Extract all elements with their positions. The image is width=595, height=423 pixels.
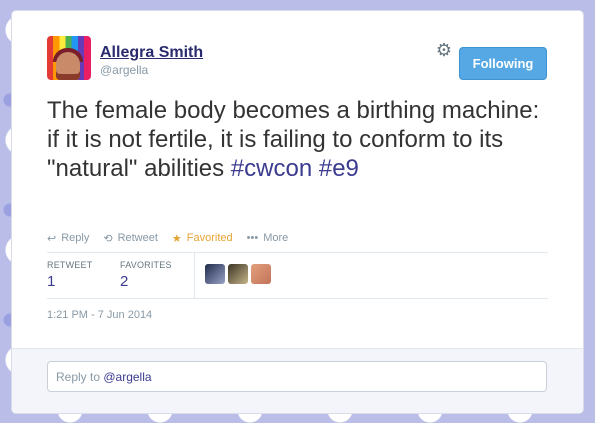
favorite-label: Favorited	[186, 232, 233, 244]
ellipsis-icon: •••	[246, 232, 259, 244]
avatar[interactable]	[47, 36, 91, 80]
star-icon: ★	[171, 232, 182, 245]
hashtag-cwcon[interactable]: #cwcon	[231, 155, 312, 182]
reply-prefix: Reply to	[56, 370, 104, 384]
reply-action[interactable]: ↩ Reply	[47, 232, 89, 245]
retweet-stat[interactable]: RETWEET 1	[47, 260, 92, 290]
reply-label: Reply	[61, 232, 90, 244]
reply-icon: ↩	[47, 232, 57, 245]
retweet-action[interactable]: ⟲ Retweet	[103, 232, 158, 245]
tweet-card: Allegra Smith @argella ⚙ Following The f…	[11, 10, 584, 414]
favoriter-avatars	[205, 264, 271, 284]
tweet-text: The female body becomes a birthing machi…	[47, 96, 557, 183]
more-label: More	[263, 232, 289, 244]
gear-icon[interactable]: ⚙	[435, 41, 453, 59]
avatar-face	[56, 52, 80, 80]
retweet-icon: ⟲	[103, 232, 113, 245]
stats-divider	[194, 253, 195, 298]
favorites-count: 2	[120, 273, 129, 290]
retweet-label: Retweet	[117, 232, 158, 244]
favoriter-avatar[interactable]	[228, 264, 248, 284]
reply-input[interactable]: Reply to @argella	[47, 361, 547, 392]
favorite-action[interactable]: ★ Favorited	[172, 232, 233, 245]
tweet-actions: ↩ Reply ⟲ Retweet ★ Favorited ••• More	[47, 230, 288, 246]
user-name[interactable]: Allegra Smith	[100, 44, 203, 62]
favorites-stat[interactable]: FAVORITES 2	[120, 260, 172, 290]
more-action[interactable]: ••• More	[247, 232, 289, 244]
retweet-stat-label: RETWEET	[47, 260, 93, 270]
favorites-stat-label: FAVORITES	[120, 260, 172, 270]
retweet-count: 1	[47, 273, 56, 290]
hashtag-e9[interactable]: #e9	[319, 155, 359, 182]
tweet-stats: RETWEET 1 FAVORITES 2	[47, 252, 548, 299]
reply-mention: @argella	[103, 370, 152, 384]
reply-area: Reply to @argella	[12, 348, 583, 413]
favoriter-avatar[interactable]	[251, 264, 271, 284]
user-handle[interactable]: @argella	[100, 63, 148, 77]
favoriter-avatar[interactable]	[205, 264, 225, 284]
following-button[interactable]: Following	[459, 47, 547, 80]
tweet-timestamp[interactable]: 1:21 PM - 7 Jun 2014	[47, 309, 152, 321]
